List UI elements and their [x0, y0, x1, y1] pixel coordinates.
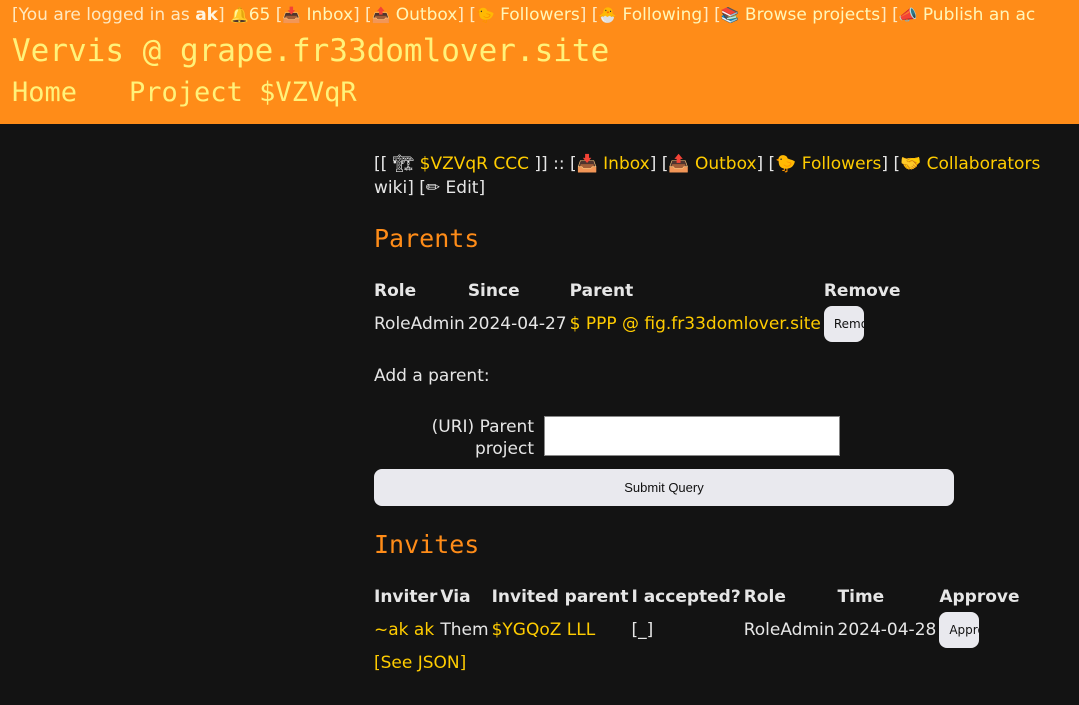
table-row: ~ak ak Them $YGQoZ LLL [_] RoleAdmin 202…	[374, 612, 1020, 648]
parent-link[interactable]: $ PPP @ fig.fr33domlover.site	[570, 314, 821, 334]
accepted-checkbox: [_]	[631, 620, 654, 640]
browse-projects-label: Browse projects	[744, 5, 881, 25]
add-parent-label: Add a parent:	[374, 366, 490, 386]
books-icon: 📚	[720, 6, 740, 24]
user-bar: [You are logged in as ak] 🔔65 [📥 Inbox] …	[12, 5, 1036, 25]
bracket: [[	[374, 154, 388, 174]
user-outbox-label: Outbox	[395, 5, 458, 25]
project-outbox-label: Outbox	[694, 154, 757, 174]
outbox-icon: 📤	[668, 154, 690, 174]
site-header: [You are logged in as ak] 🔔65 [📥 Inbox] …	[0, 0, 1079, 124]
project-link[interactable]: $VZVqR CCC	[420, 154, 529, 174]
invite-time: 2024-04-28	[837, 620, 937, 640]
notification-count: 65	[248, 5, 271, 25]
column-header: Parent	[569, 281, 634, 301]
parent-since: 2024-04-27	[467, 314, 567, 334]
invite-role: RoleAdmin	[743, 620, 835, 640]
project-followers-link[interactable]: 🐤 Followers	[775, 154, 881, 174]
site-title: Vervis @ grape.fr33domlover.site	[12, 33, 610, 69]
user-following-link[interactable]: 🐣 Following	[598, 5, 702, 25]
parents-table: Role Since Parent Remove RoleAdmin 2024-…	[371, 276, 903, 342]
bell-icon: 🔔	[230, 6, 249, 24]
column-header: Invited parent	[491, 587, 629, 607]
main-content: [[ 🏗 $VZVqR CCC ]] :: [📥 Inbox] [📤 Outbo…	[374, 152, 1079, 674]
breadcrumb-project[interactable]: Project $VZVqR	[129, 77, 357, 108]
column-header: Remove	[823, 281, 901, 301]
inbox-icon: 📥	[576, 154, 598, 174]
bracket: ]] ::	[534, 154, 565, 174]
project-nav: [[ 🏗 $VZVqR CCC ]] :: [📥 Inbox] [📤 Outbo…	[374, 154, 1041, 198]
column-header: Role	[743, 587, 786, 607]
edit-link[interactable]: ✏ Edit	[426, 178, 479, 198]
browse-projects-link[interactable]: 📚 Browse projects	[721, 5, 880, 25]
pencil-icon: ✏	[425, 178, 441, 198]
column-header: I accepted?	[631, 587, 741, 607]
table-row: RoleAdmin 2024-04-27 $ PPP @ fig.fr33dom…	[374, 306, 900, 342]
project-inbox-link[interactable]: 📥 Inbox	[577, 154, 650, 174]
project-collaborators-label: Collaborators	[926, 154, 1041, 174]
parents-heading: Parents	[374, 224, 480, 253]
user-following-label: Following	[622, 5, 703, 25]
invite-via: Them	[440, 620, 489, 640]
inviter-link[interactable]: ~ak ak	[374, 620, 434, 640]
following-icon: 🐣	[598, 6, 618, 24]
bracket: ]	[217, 5, 225, 25]
username: ak	[195, 5, 218, 25]
approve-button[interactable]: Approve	[939, 612, 980, 648]
column-header: Since	[467, 281, 520, 301]
construction-icon: 🏗	[392, 154, 415, 174]
breadcrumb: Home Project $VZVqR	[12, 76, 357, 110]
invites-heading: Invites	[374, 530, 480, 559]
wiki-link[interactable]: wiki]	[374, 178, 414, 198]
publish-activity-link[interactable]: 📣 Publish an ac	[899, 5, 1035, 25]
project-inbox-label: Inbox	[603, 154, 650, 174]
user-inbox-label: Inbox	[306, 5, 354, 25]
user-followers-label: Followers	[500, 5, 580, 25]
parent-uri-input[interactable]	[544, 416, 840, 456]
column-header: Time	[837, 587, 885, 607]
inbox-icon: 📥	[282, 6, 302, 24]
followers-icon: 🐤	[775, 154, 797, 174]
handshake-icon: 🤝	[900, 154, 922, 174]
notifications-link[interactable]: 🔔65	[230, 5, 270, 25]
project-outbox-link[interactable]: 📤 Outbox	[668, 154, 756, 174]
invited-parent-link[interactable]: $YGQoZ LLL	[492, 620, 596, 640]
followers-icon: 🐤	[476, 6, 495, 24]
parent-role: RoleAdmin	[374, 314, 465, 334]
parent-uri-label: (URI) Parent project	[431, 417, 534, 459]
submit-query-button[interactable]: Submit Query	[374, 469, 954, 506]
user-outbox-link[interactable]: 📤 Outbox	[372, 5, 458, 25]
column-header: Approve	[939, 587, 1020, 607]
parent-uri-row: (URI) Parent project	[374, 416, 1079, 470]
edit-label: Edit	[445, 178, 479, 198]
column-header: Role	[374, 281, 417, 301]
login-prefix: [You are logged in as	[12, 5, 196, 25]
column-header: Inviter	[374, 587, 438, 607]
see-json-link[interactable]: [See JSON]	[374, 652, 1079, 674]
user-inbox-link[interactable]: 📥 Inbox	[282, 5, 353, 25]
megaphone-icon: 📣	[898, 6, 918, 24]
project-followers-label: Followers	[801, 154, 882, 174]
user-followers-link[interactable]: 🐤 Followers	[476, 5, 580, 25]
column-header: Via	[440, 587, 471, 607]
outbox-icon: 📤	[371, 6, 391, 24]
remove-button[interactable]: Remove	[823, 306, 864, 342]
invites-table: Inviter Via Invited parent I accepted? R…	[371, 582, 1023, 648]
publish-activity-label: Publish an ac	[922, 5, 1036, 25]
breadcrumb-home[interactable]: Home	[12, 77, 77, 108]
project-collaborators-link[interactable]: 🤝 Collaborators	[900, 154, 1040, 174]
